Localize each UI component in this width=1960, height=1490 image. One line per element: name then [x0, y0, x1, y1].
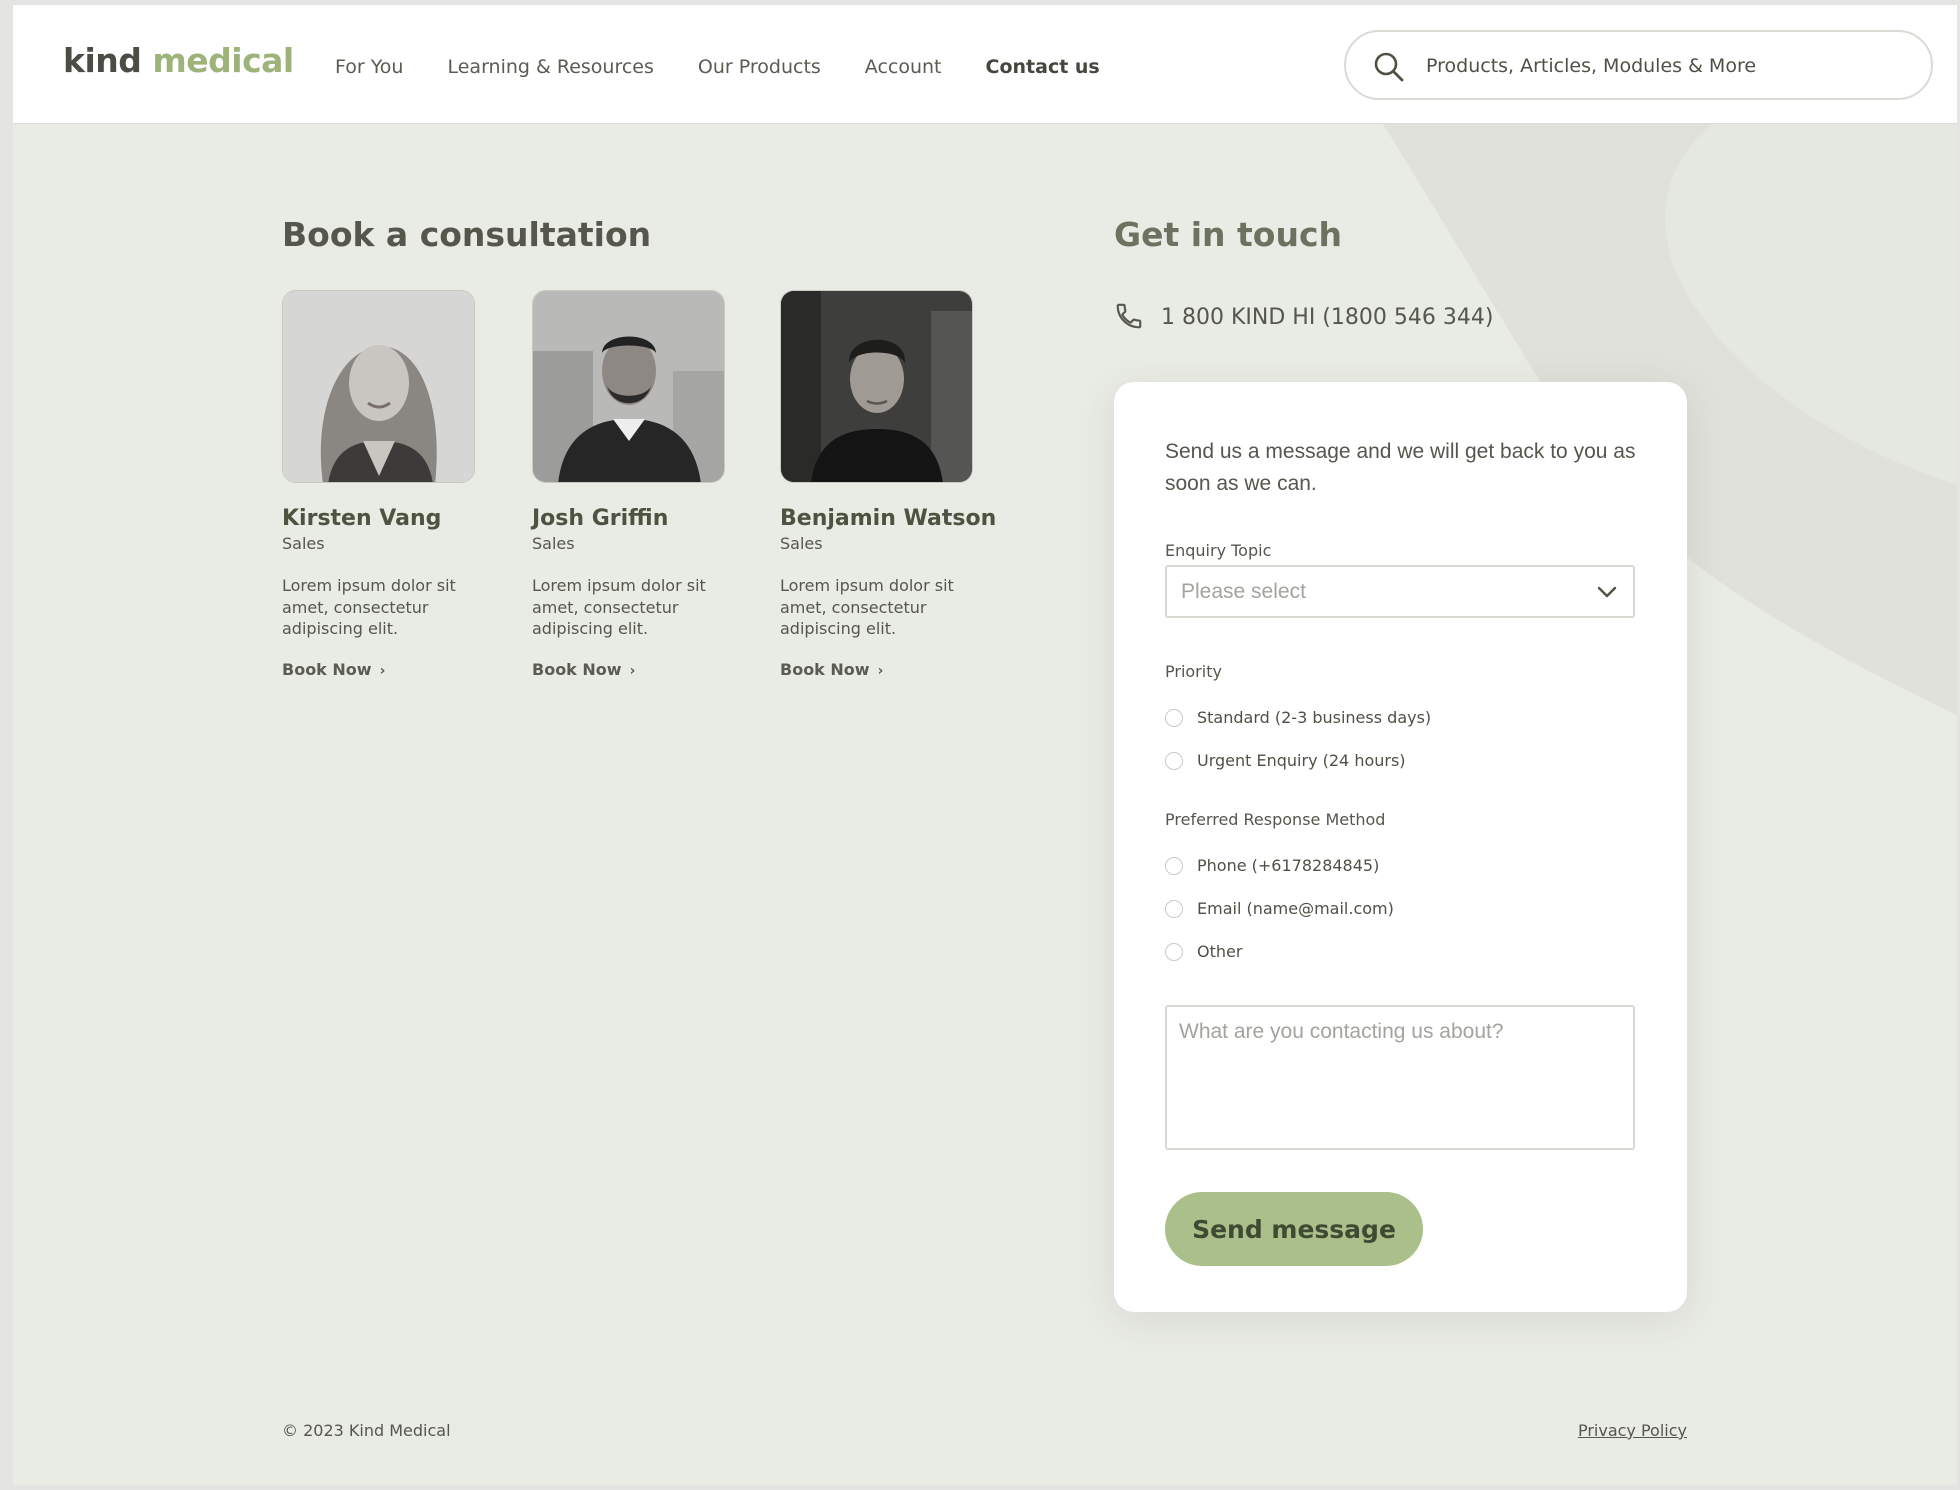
enquiry-topic-select[interactable]: Please select — [1165, 565, 1635, 618]
radio-button[interactable] — [1165, 709, 1183, 727]
priority-label: Priority — [1165, 662, 1222, 681]
nav-learning-resources[interactable]: Learning & Resources — [447, 55, 653, 79]
person-name: Benjamin Watson — [780, 506, 997, 531]
enquiry-topic-placeholder: Please select — [1181, 580, 1306, 603]
chevron-down-icon — [1597, 583, 1617, 605]
response-method-label: Preferred Response Method — [1165, 810, 1386, 829]
consultant-card: Benjamin Watson Sales Lorem ipsum dolor … — [780, 290, 997, 681]
chevron-right-icon: › — [379, 662, 386, 679]
send-message-button[interactable]: Send message — [1165, 1192, 1423, 1266]
phone-number: 1 800 KIND HI (1800 546 344) — [1161, 305, 1494, 330]
response-option-phone[interactable]: Phone (+6178284845) — [1165, 856, 1379, 876]
radio-button[interactable] — [1165, 943, 1183, 961]
main-nav: For You Learning & Resources Our Product… — [335, 55, 1144, 79]
priority-option-standard[interactable]: Standard (2-3 business days) — [1165, 708, 1431, 728]
response-option-email[interactable]: Email (name@mail.com) — [1165, 899, 1394, 919]
copyright: © 2023 Kind Medical — [282, 1421, 451, 1440]
search-input[interactable]: Products, Articles, Modules & More — [1426, 54, 1756, 78]
nav-for-you[interactable]: For You — [335, 55, 403, 79]
person-role: Sales — [532, 534, 575, 553]
person-description: Lorem ipsum dolor sit amet, consectetur … — [532, 576, 706, 638]
search-icon[interactable] — [1373, 51, 1405, 87]
consultant-card: Kirsten Vang Sales Lorem ipsum dolor sit… — [282, 290, 482, 681]
person-role: Sales — [780, 534, 823, 553]
radio-label: Standard (2-3 business days) — [1197, 708, 1432, 727]
book-now-link[interactable]: Book Now › — [780, 660, 883, 681]
radio-button[interactable] — [1165, 857, 1183, 875]
avatar — [780, 290, 973, 483]
chevron-right-icon: › — [629, 662, 636, 679]
radio-label: Phone (+6178284845) — [1197, 856, 1380, 875]
book-now-link[interactable]: Book Now › — [532, 660, 635, 681]
radio-label: Urgent Enquiry (24 hours) — [1197, 751, 1406, 770]
enquiry-topic-label: Enquiry Topic — [1165, 541, 1272, 560]
person-name: Kirsten Vang — [282, 506, 442, 531]
site-header: kind medical For You Learning & Resource… — [13, 5, 1957, 124]
person-role: Sales — [282, 534, 325, 553]
nav-account[interactable]: Account — [865, 55, 942, 79]
message-textarea[interactable]: What are you contacting us about? — [1165, 1005, 1635, 1150]
consultation-title: Book a consultation — [282, 215, 652, 254]
radio-button[interactable] — [1165, 900, 1183, 918]
consultant-card: Josh Griffin Sales Lorem ipsum dolor sit… — [532, 290, 732, 681]
person-description: Lorem ipsum dolor sit amet, consectetur … — [780, 576, 954, 638]
book-now-label: Book Now — [780, 659, 870, 679]
phone-contact[interactable]: 1 800 KIND HI (1800 546 344) — [1114, 301, 1493, 335]
logo[interactable]: kind medical — [63, 41, 294, 81]
contact-form: Send us a message and we will get back t… — [1114, 382, 1687, 1312]
nav-contact-us[interactable]: Contact us — [986, 55, 1100, 79]
response-option-other[interactable]: Other — [1165, 942, 1242, 962]
avatar — [532, 290, 725, 483]
nav-our-products[interactable]: Our Products — [698, 55, 821, 79]
radio-button[interactable] — [1165, 752, 1183, 770]
book-now-label: Book Now — [282, 659, 372, 679]
contact-title: Get in touch — [1114, 215, 1343, 254]
avatar — [282, 290, 475, 483]
logo-kind: kind — [63, 41, 142, 80]
book-now-label: Book Now — [532, 659, 622, 679]
person-description: Lorem ipsum dolor sit amet, consectetur … — [282, 576, 456, 638]
radio-label: Email (name@mail.com) — [1197, 899, 1394, 918]
search-box[interactable]: Products, Articles, Modules & More — [1344, 30, 1933, 100]
radio-label: Other — [1197, 942, 1243, 961]
person-name: Josh Griffin — [532, 506, 669, 531]
privacy-policy-link[interactable]: Privacy Policy — [1578, 1421, 1687, 1440]
message-placeholder: What are you contacting us about? — [1179, 1020, 1504, 1043]
form-intro: Send us a message and we will get back t… — [1165, 440, 1636, 495]
page: kind medical For You Learning & Resource… — [13, 5, 1957, 1485]
priority-option-urgent[interactable]: Urgent Enquiry (24 hours) — [1165, 751, 1406, 771]
phone-icon — [1114, 301, 1144, 335]
logo-medical: medical — [152, 41, 294, 80]
chevron-right-icon: › — [877, 662, 884, 679]
book-now-link[interactable]: Book Now › — [282, 660, 385, 681]
